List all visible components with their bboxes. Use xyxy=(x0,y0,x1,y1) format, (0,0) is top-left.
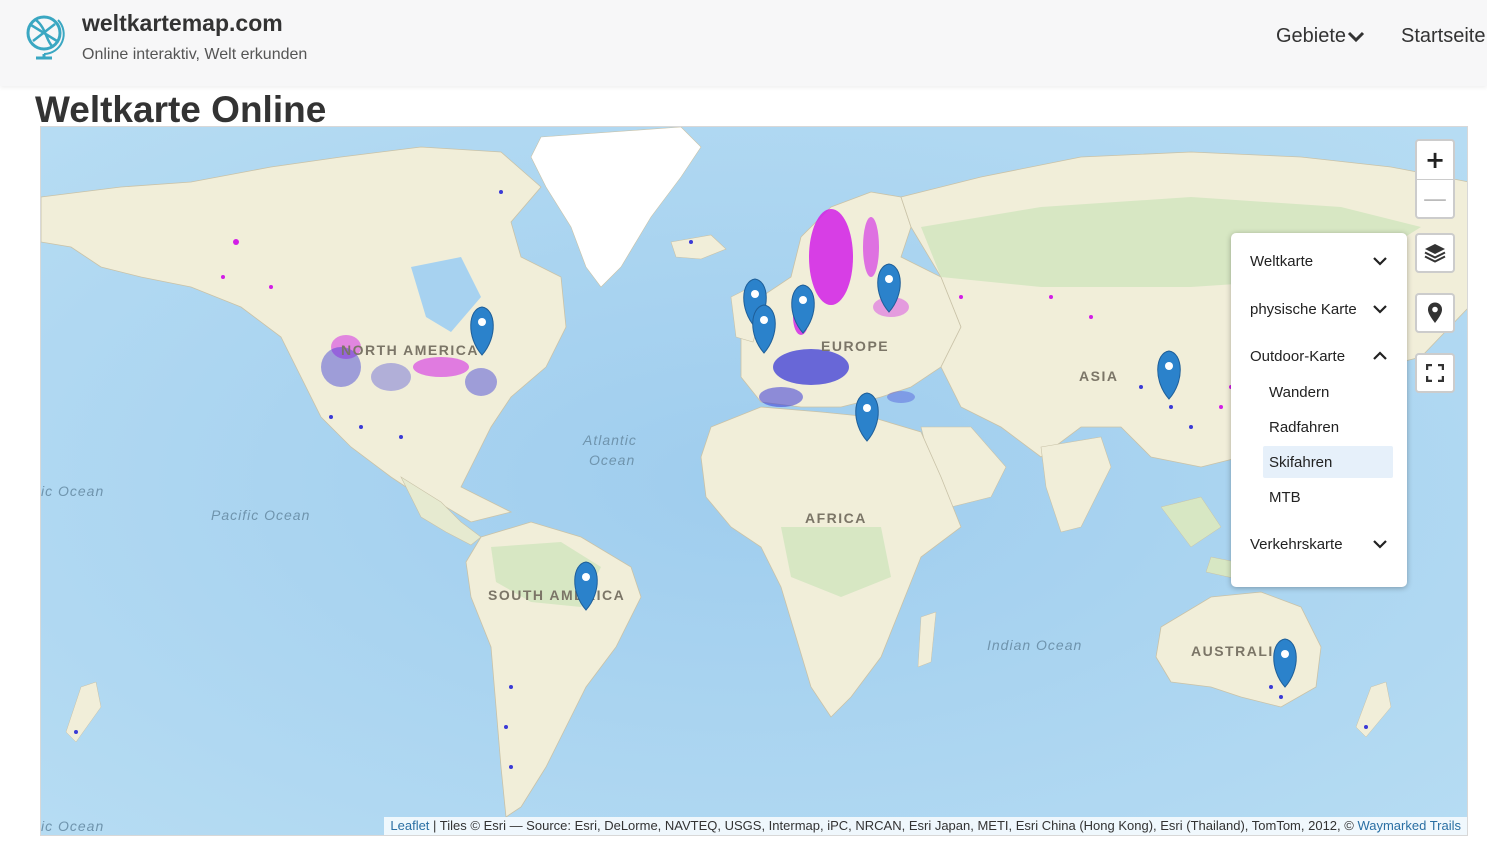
label-ocean-left-top: ic Ocean xyxy=(41,483,104,499)
label-australia: AUSTRALIA xyxy=(1191,643,1285,659)
fullscreen-button[interactable] xyxy=(1415,353,1455,393)
layer-wandern-label: Wandern xyxy=(1269,384,1330,401)
chevron-up-icon xyxy=(1373,351,1387,360)
site-header: weltkartemap.com Online interaktiv, Welt… xyxy=(0,0,1487,86)
fullscreen-icon xyxy=(1426,364,1444,382)
layer-skifahren-label: Skifahren xyxy=(1269,454,1333,471)
zoom-in-button[interactable]: + xyxy=(1417,141,1453,180)
leaflet-link[interactable]: Leaflet xyxy=(390,818,429,833)
label-indian: Indian Ocean xyxy=(987,637,1082,653)
attribution-text: | Tiles © Esri — Source: Esri, DeLorme, … xyxy=(429,818,1358,833)
layer-group-physische[interactable]: physische Karte xyxy=(1231,295,1407,325)
label-pacific: Pacific Ocean xyxy=(211,507,310,523)
layer-physische-label: physische Karte xyxy=(1250,301,1357,318)
layers-button[interactable] xyxy=(1415,233,1455,273)
label-africa: AFRICA xyxy=(805,510,867,526)
layer-radfahren-label: Radfahren xyxy=(1269,419,1340,436)
layer-group-weltkarte[interactable]: Weltkarte xyxy=(1231,247,1407,277)
label-south-america: SOUTH AMERICA xyxy=(488,587,625,603)
nav-gebiete-dropdown[interactable]: Gebiete xyxy=(1276,25,1365,48)
waymarked-trails-link[interactable]: Waymarked Trails xyxy=(1357,818,1461,833)
layer-outdoor-mtb[interactable]: MTB xyxy=(1263,481,1393,513)
layer-group-outdoor[interactable]: Outdoor-Karte xyxy=(1231,342,1407,372)
zoom-out-button[interactable]: — xyxy=(1417,180,1453,217)
layer-outdoor-radfahren[interactable]: Radfahren xyxy=(1263,411,1393,443)
map-pin-icon xyxy=(1428,302,1442,323)
label-atlantic-1: Atlantic xyxy=(582,432,637,448)
zoom-control: + — xyxy=(1415,139,1455,219)
nav-startseite-link[interactable]: Startseite xyxy=(1401,25,1485,48)
label-atlantic-2: Ocean xyxy=(589,452,635,468)
layer-outdoor-wandern[interactable]: Wandern xyxy=(1263,376,1393,408)
label-asia: ASIA xyxy=(1079,368,1118,384)
label-north-america: NORTH AMERICA xyxy=(341,342,479,358)
locate-button[interactable] xyxy=(1415,293,1455,333)
layer-outdoor-label: Outdoor-Karte xyxy=(1250,348,1346,365)
layer-group-verkehr[interactable]: Verkehrskarte xyxy=(1231,530,1407,560)
layer-weltkarte-label: Weltkarte xyxy=(1250,253,1314,270)
site-name[interactable]: weltkartemap.com xyxy=(82,10,283,37)
chevron-down-icon xyxy=(1348,31,1365,43)
site-tagline: Online interaktiv, Welt erkunden xyxy=(82,46,308,63)
label-ocean-left-bottom: ic Ocean xyxy=(41,818,104,834)
map-container[interactable]: NORTH AMERICA SOUTH AMERICA EUROPE AFRIC… xyxy=(40,126,1468,836)
label-europe: EUROPE xyxy=(821,338,889,354)
layer-switcher-panel: Weltkarte physische Karte Outdoor-Karte … xyxy=(1231,233,1407,587)
map-attribution: Leaflet | Tiles © Esri — Source: Esri, D… xyxy=(384,817,1467,835)
layer-mtb-label: MTB xyxy=(1269,489,1301,506)
layers-icon xyxy=(1424,244,1446,263)
nav-gebiete-label: Gebiete xyxy=(1276,25,1347,47)
globe-logo-icon[interactable] xyxy=(22,12,70,60)
chevron-down-icon xyxy=(1373,257,1387,266)
chevron-down-icon xyxy=(1373,540,1387,549)
chevron-down-icon xyxy=(1373,305,1387,314)
layer-outdoor-skifahren[interactable]: Skifahren xyxy=(1263,446,1393,478)
layer-verkehr-label: Verkehrskarte xyxy=(1250,536,1343,553)
